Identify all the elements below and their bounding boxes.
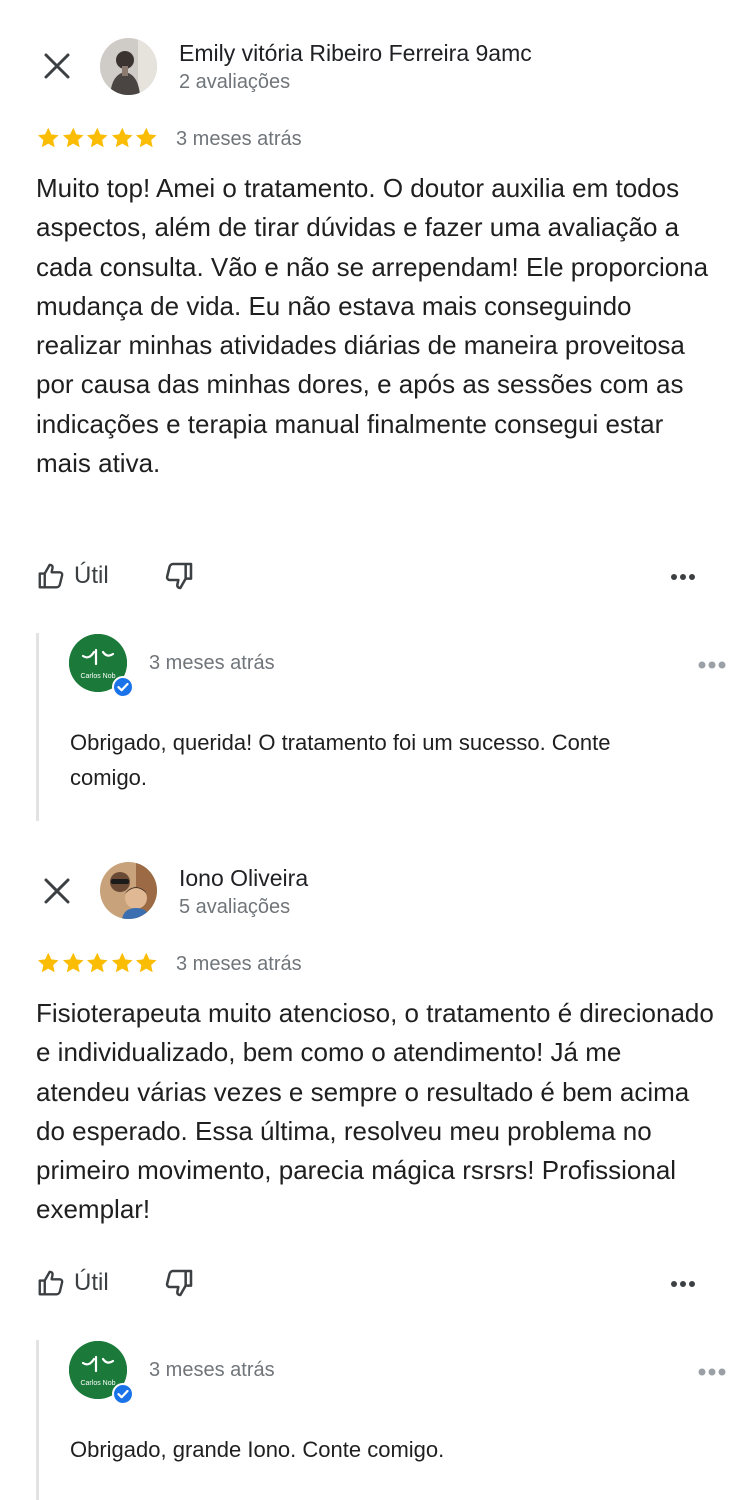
close-icon[interactable] <box>40 49 74 83</box>
useful-label: Útil <box>74 1269 109 1296</box>
owner-logo-text: Carlos Nob <box>80 673 115 680</box>
reply-date: 3 meses atrás <box>149 652 275 674</box>
star-icon <box>135 952 157 973</box>
star-icon <box>111 952 133 973</box>
close-icon[interactable] <box>40 874 74 908</box>
avatar[interactable] <box>100 862 157 919</box>
owner-reply: Carlos Nob 3 meses atrás Obrigado, grand… <box>36 1340 729 1500</box>
review-text: Fisioterapeuta muito atencioso, o tratam… <box>36 998 714 1225</box>
star-icon <box>37 127 59 148</box>
verified-badge-icon <box>112 1383 134 1405</box>
owner-logo-text: Carlos Nob <box>80 1380 115 1387</box>
star-icon <box>62 952 84 973</box>
thumbs-down-icon[interactable] <box>163 560 195 592</box>
reply-text: Obrigado, grande Iono. Conte comigo. <box>70 1437 445 1462</box>
review-actions: Útil <box>36 1263 704 1303</box>
more-options-icon[interactable] <box>670 1275 696 1287</box>
avatar[interactable] <box>100 38 157 95</box>
review-actions: Útil <box>36 556 704 596</box>
useful-button[interactable]: Útil <box>36 556 109 596</box>
star-icon <box>86 127 108 148</box>
reviewer-name[interactable]: Iono Oliveira <box>179 865 308 892</box>
review-date: 3 meses atrás <box>176 128 302 150</box>
reply-text: Obrigado, querida! O tratamento foi um s… <box>70 730 611 790</box>
owner-avatar[interactable]: Carlos Nob <box>69 1341 134 1405</box>
review-text: Muito top! Amei o tratamento. O doutor a… <box>36 173 709 479</box>
owner-reply: Carlos Nob 3 meses atrás Obrigado, queri… <box>36 633 729 821</box>
review-count: 5 avaliações <box>179 896 291 918</box>
star-icon <box>37 952 59 973</box>
star-icon <box>86 952 108 973</box>
star-rating <box>36 126 159 152</box>
more-options-icon[interactable] <box>697 1364 727 1376</box>
more-options-icon[interactable] <box>670 568 696 580</box>
more-options-icon[interactable] <box>697 657 727 669</box>
owner-avatar[interactable]: Carlos Nob <box>69 634 134 698</box>
useful-button[interactable]: Útil <box>36 1263 109 1303</box>
verified-badge-icon <box>112 676 134 698</box>
review-count: 2 avaliações <box>179 71 291 93</box>
useful-label: Útil <box>74 562 109 589</box>
thumbs-down-icon[interactable] <box>163 1267 195 1299</box>
reviewer-name[interactable]: Emily vitória Ribeiro Ferreira 9amc <box>179 40 532 67</box>
thumbs-up-icon <box>38 563 64 589</box>
star-rating <box>36 951 159 977</box>
review-date: 3 meses atrás <box>176 953 302 975</box>
star-icon <box>135 127 157 148</box>
star-icon <box>62 127 84 148</box>
star-icon <box>111 127 133 148</box>
reply-date: 3 meses atrás <box>149 1359 275 1381</box>
thumbs-up-icon <box>38 1270 64 1296</box>
